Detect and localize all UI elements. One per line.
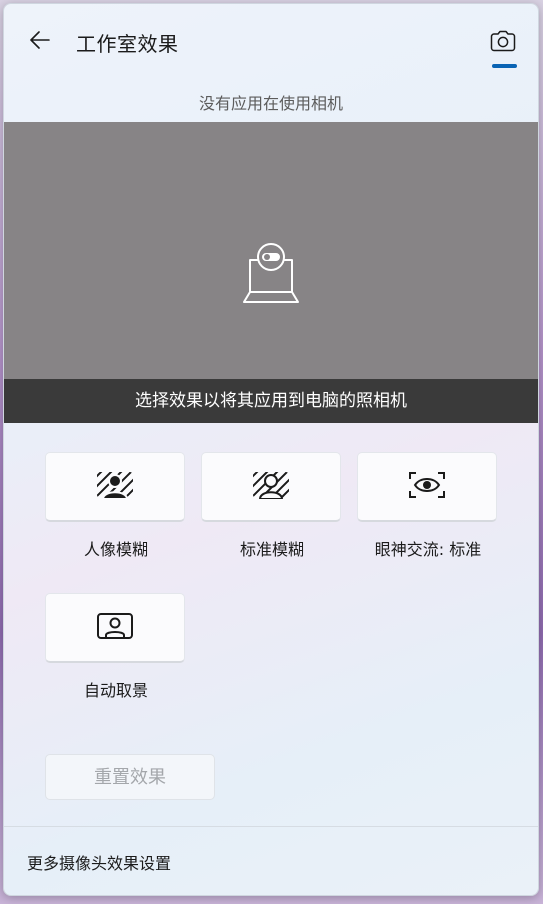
eye-contact-button[interactable]: [357, 452, 497, 522]
effect-label: 人像模糊: [83, 540, 148, 559]
portrait-blur-icon: [96, 471, 134, 503]
camera-tab[interactable]: [486, 24, 520, 72]
auto-framing-button[interactable]: [45, 593, 185, 663]
standard-blur-button[interactable]: [201, 452, 341, 522]
camera-icon: [490, 30, 516, 56]
studio-effects-panel: 工作室效果 没有应用在使用相机 选择效果以将其应用到电脑的照相机 人像模糊 标准…: [3, 3, 539, 896]
preview-caption: 选择效果以将其应用到电脑的照相机: [4, 379, 538, 423]
effect-portrait-blur: 人像模糊: [45, 452, 187, 560]
portrait-blur-button[interactable]: [45, 452, 185, 522]
effect-label: 眼神交流: 标准: [374, 540, 482, 559]
effect-auto-framing: 自动取景: [45, 593, 187, 701]
laptop-camera-icon: [240, 242, 302, 308]
panel-header: 工作室效果: [4, 4, 538, 84]
eye-contact-icon: [408, 470, 446, 504]
back-button[interactable]: [24, 26, 56, 58]
more-camera-settings-link[interactable]: 更多摄像头效果设置: [27, 850, 171, 874]
camera-status-text: 没有应用在使用相机: [198, 94, 343, 113]
effect-label: 自动取景: [83, 681, 148, 700]
footer-divider: [4, 826, 538, 827]
standard-blur-icon: [252, 471, 290, 503]
reset-effects-button[interactable]: 重置效果: [45, 754, 215, 800]
camera-tab-indicator: [492, 64, 517, 68]
effect-label: 标准模糊: [239, 540, 304, 559]
back-arrow-icon: [30, 31, 50, 53]
auto-framing-icon: [96, 612, 134, 644]
page-title: 工作室效果: [76, 32, 179, 56]
camera-preview: 选择效果以将其应用到电脑的照相机: [4, 122, 538, 423]
effect-standard-blur: 标准模糊: [201, 452, 343, 560]
effect-eye-contact: 眼神交流: 标准: [357, 452, 499, 560]
